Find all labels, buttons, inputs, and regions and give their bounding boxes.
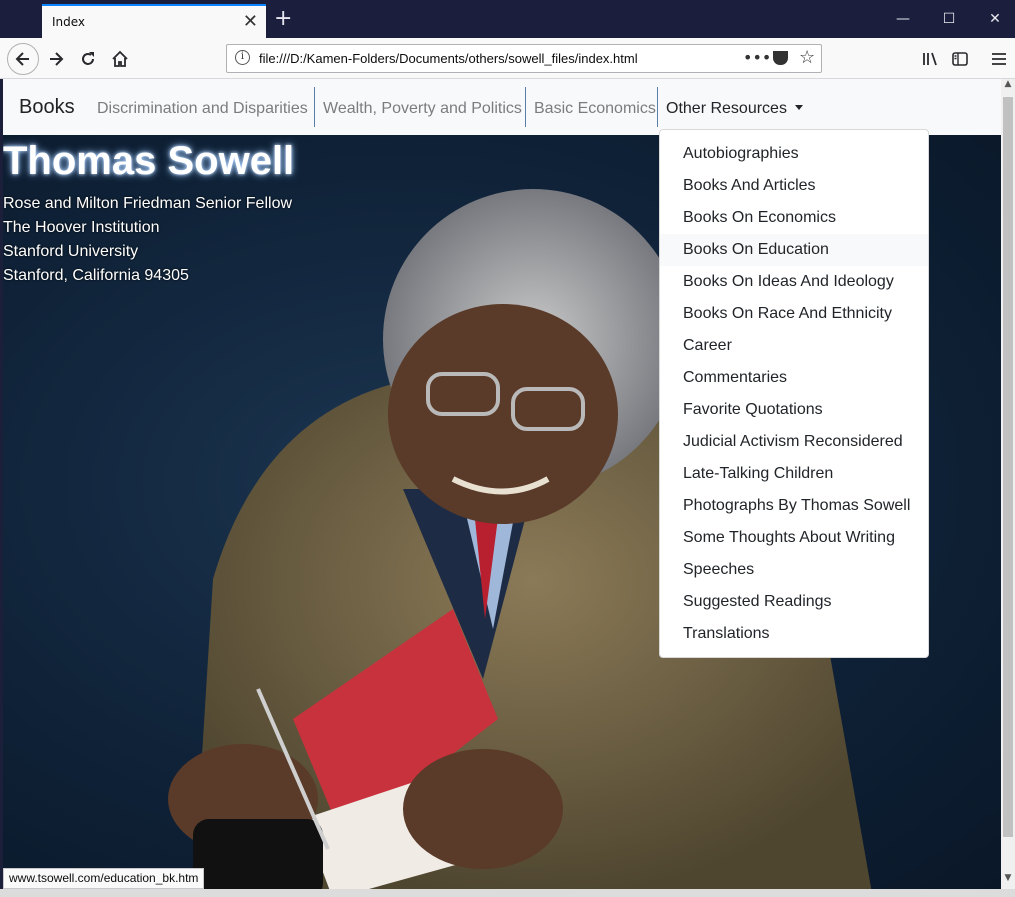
tab-index[interactable]: Index ✕ — [42, 4, 266, 38]
dropdown-item-books-on-ideas[interactable]: Books On Ideas And Ideology — [660, 266, 928, 298]
vertical-scrollbar[interactable]: ▲ ▼ — [1001, 79, 1015, 889]
sidebar-icon — [952, 52, 968, 66]
nav-link-basic-economics[interactable]: Basic Economics — [534, 100, 664, 140]
page-viewport: Books Discrimination and Disparities Wea… — [3, 79, 1001, 889]
dropdown-item-speeches[interactable]: Speeches — [660, 554, 928, 586]
maximize-button[interactable]: ☐ — [929, 7, 969, 31]
browser-toolbar: i file:///D:/Kamen-Folders/Documents/oth… — [0, 38, 1015, 79]
arrow-right-icon — [50, 52, 64, 66]
dropdown-item-translations[interactable]: Translations — [660, 618, 928, 650]
tab-close-icon[interactable]: ✕ — [243, 11, 258, 32]
dropdown-item-thoughts-on-writing[interactable]: Some Thoughts About Writing — [660, 522, 928, 554]
address-line: The Hoover Institution — [3, 219, 160, 236]
info-icon[interactable]: i — [235, 50, 250, 65]
hamburger-menu-icon — [992, 53, 1006, 65]
dropdown-item-judicial-activism[interactable]: Judicial Activism Reconsidered — [660, 426, 928, 458]
nav-link-wealth-poverty[interactable]: Wealth, Poverty and Politics — [323, 100, 530, 140]
reload-icon — [82, 52, 94, 65]
address-line: Stanford University — [3, 243, 139, 260]
minimize-button[interactable]: — — [883, 7, 923, 31]
dropdown-label: Other Resources — [666, 100, 787, 117]
back-button[interactable] — [7, 43, 39, 75]
tab-title: Index — [52, 15, 86, 29]
page-actions-icon[interactable]: ••• — [743, 48, 771, 67]
caret-down-icon — [794, 105, 803, 110]
site-navbar: Books Discrimination and Disparities Wea… — [3, 79, 1001, 135]
nav-separator — [525, 87, 526, 127]
nav-link-discrimination[interactable]: Discrimination and Disparities — [97, 100, 316, 140]
dropdown-item-favorite-quotations[interactable]: Favorite Quotations — [660, 394, 928, 426]
dropdown-item-books-on-education[interactable]: Books On Education — [660, 234, 928, 266]
dropdown-item-books-on-race[interactable]: Books On Race And Ethnicity — [660, 298, 928, 330]
url-text[interactable]: file:///D:/Kamen-Folders/Documents/other… — [259, 51, 638, 66]
dropdown-item-commentaries[interactable]: Commentaries — [660, 362, 928, 394]
status-bar-link-preview: www.tsowell.com/education_bk.htm — [3, 868, 205, 889]
home-button[interactable] — [106, 46, 134, 72]
window-close-button[interactable]: ✕ — [975, 7, 1015, 31]
nav-separator — [657, 87, 658, 127]
title-bar: Index ✕ + — ☐ ✕ — [0, 0, 1015, 38]
bookmark-star-icon[interactable]: ☆ — [799, 47, 815, 68]
dropdown-item-autobiographies[interactable]: Autobiographies — [660, 138, 928, 170]
dropdown-item-suggested-readings[interactable]: Suggested Readings — [660, 586, 928, 618]
address-line: Rose and Milton Friedman Senior Fellow — [3, 195, 293, 212]
scrollbar-thumb[interactable] — [1003, 97, 1013, 837]
reload-button[interactable] — [74, 46, 102, 72]
scroll-down-icon[interactable]: ▼ — [1001, 873, 1015, 889]
nav-separator — [314, 87, 315, 127]
address-line: Stanford, California 94305 — [3, 267, 189, 284]
menu-button[interactable] — [985, 46, 1013, 72]
browser-window: Index ✕ + — ☐ ✕ i file:///D:/Kamen-Folde… — [0, 0, 1015, 897]
library-button[interactable] — [916, 46, 944, 72]
sidebar-button[interactable] — [946, 46, 974, 72]
hero-title: Thomas Sowell — [3, 139, 295, 183]
dropdown-item-books-on-economics[interactable]: Books On Economics — [660, 202, 928, 234]
dropdown-item-late-talking-children[interactable]: Late-Talking Children — [660, 458, 928, 490]
forward-button[interactable] — [42, 46, 70, 72]
navbar-brand[interactable]: Books — [19, 96, 75, 119]
new-tab-button[interactable]: + — [274, 7, 292, 31]
dropdown-item-photographs[interactable]: Photographs By Thomas Sowell — [660, 490, 928, 522]
background-strip — [0, 889, 1015, 897]
dropdown-item-career[interactable]: Career — [660, 330, 928, 362]
library-icon — [923, 52, 937, 66]
scroll-up-icon[interactable]: ▲ — [1001, 79, 1015, 95]
pocket-icon[interactable] — [773, 51, 788, 65]
arrow-left-icon — [15, 52, 29, 66]
dropdown-item-books-and-articles[interactable]: Books And Articles — [660, 170, 928, 202]
dropdown-menu-other-resources: Autobiographies Books And Articles Books… — [659, 129, 929, 658]
home-icon — [112, 50, 128, 67]
address-bar[interactable]: i file:///D:/Kamen-Folders/Documents/oth… — [226, 44, 822, 73]
